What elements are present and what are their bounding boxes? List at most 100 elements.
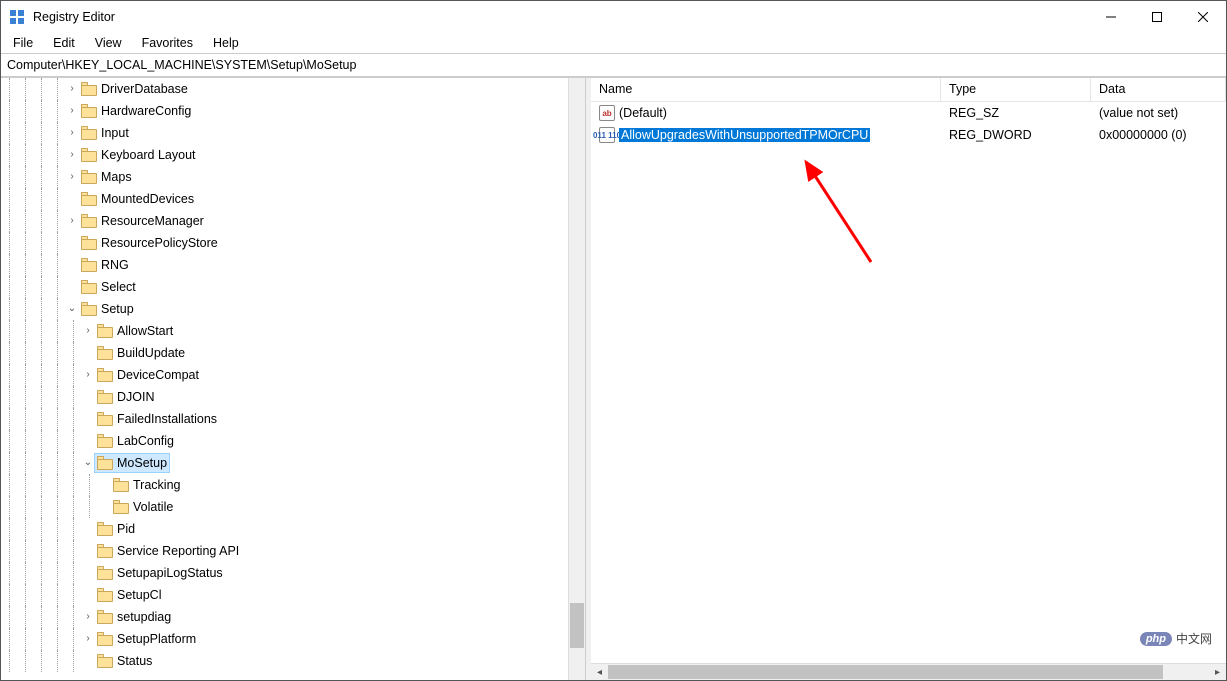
tree-connector	[49, 430, 65, 452]
chevron-right-icon[interactable]: ›	[81, 325, 95, 336]
tree-item-label: Status	[117, 654, 152, 668]
tree-item[interactable]: ›setupdiag	[1, 606, 585, 628]
tree-item[interactable]: ›Keyboard Layout	[1, 144, 585, 166]
tree-item[interactable]: .ResourcePolicyStore	[1, 232, 585, 254]
tree-connector	[17, 364, 33, 386]
tree-connector	[17, 78, 33, 100]
tree-item[interactable]: .LabConfig	[1, 430, 585, 452]
tree-connector	[1, 518, 17, 540]
address-bar[interactable]: Computer\HKEY_LOCAL_MACHINE\SYSTEM\Setup…	[1, 53, 1226, 77]
menu-file[interactable]: File	[5, 35, 41, 51]
tree-connector	[1, 232, 17, 254]
tree-item-label: SetupCl	[117, 588, 161, 602]
menu-view[interactable]: View	[87, 35, 130, 51]
tree-item[interactable]: ›AllowStart	[1, 320, 585, 342]
tree-connector	[49, 606, 65, 628]
minimize-button[interactable]	[1088, 1, 1134, 33]
tree-connector	[1, 430, 17, 452]
chevron-right-icon[interactable]: ›	[65, 83, 79, 94]
tree-item[interactable]: .FailedInstallations	[1, 408, 585, 430]
tree-connector	[33, 408, 49, 430]
tree-connector	[33, 496, 49, 518]
value-row[interactable]: ab(Default)REG_SZ(value not set)	[591, 102, 1226, 124]
tree-item[interactable]: .Select	[1, 276, 585, 298]
tree-item[interactable]: .Pid	[1, 518, 585, 540]
app-icon	[9, 9, 25, 25]
tree-item[interactable]: .Service Reporting API	[1, 540, 585, 562]
chevron-right-icon[interactable]: ›	[65, 171, 79, 182]
chevron-down-icon[interactable]: ⌄	[65, 303, 79, 314]
folder-icon	[97, 544, 113, 558]
tree-item[interactable]: .Volatile	[1, 496, 585, 518]
chevron-right-icon[interactable]: ›	[65, 149, 79, 160]
folder-icon	[81, 214, 97, 228]
tree-connector	[1, 386, 17, 408]
tree-item[interactable]: ›Input	[1, 122, 585, 144]
value-row[interactable]: 011 110AllowUpgradesWithUnsupportedTPMOr…	[591, 124, 1226, 146]
tree-item[interactable]: ›Maps	[1, 166, 585, 188]
tree-connector	[1, 474, 17, 496]
tree-view[interactable]: ›DriverDatabase›HardwareConfig›Input›Key…	[1, 78, 585, 680]
tree-item[interactable]: ›DriverDatabase	[1, 78, 585, 100]
column-name[interactable]: Name	[591, 78, 941, 101]
tree-item[interactable]: ›DeviceCompat	[1, 364, 585, 386]
tree-scrollbar[interactable]	[568, 78, 585, 680]
values-hscrollbar[interactable]: ◂ ▸	[591, 663, 1226, 680]
hscroll-right[interactable]: ▸	[1209, 664, 1226, 681]
tree-connector	[17, 342, 33, 364]
tree-connector	[49, 540, 65, 562]
menu-favorites[interactable]: Favorites	[134, 35, 201, 51]
tree-connector	[17, 430, 33, 452]
client-area: ›DriverDatabase›HardwareConfig›Input›Key…	[1, 77, 1226, 680]
tree-connector	[1, 276, 17, 298]
folder-icon	[97, 566, 113, 580]
maximize-button[interactable]	[1134, 1, 1180, 33]
values-header[interactable]: Name Type Data	[591, 78, 1226, 102]
tree-scroll-thumb[interactable]	[570, 603, 584, 648]
tree-connector	[65, 342, 81, 364]
tree-connector	[65, 628, 81, 650]
tree-item[interactable]: .Tracking	[1, 474, 585, 496]
hscroll-thumb[interactable]	[608, 665, 1163, 679]
chevron-right-icon[interactable]: ›	[65, 105, 79, 116]
chevron-down-icon[interactable]: ⌄	[81, 457, 95, 468]
tree-connector	[49, 650, 65, 672]
tree-connector	[65, 452, 81, 474]
tree-item-label: HardwareConfig	[101, 104, 191, 118]
tree-connector	[1, 210, 17, 232]
tree-item[interactable]: ›ResourceManager	[1, 210, 585, 232]
chevron-right-icon[interactable]: ›	[81, 633, 95, 644]
tree-item[interactable]: .DJOIN	[1, 386, 585, 408]
tree-connector	[33, 298, 49, 320]
column-data[interactable]: Data	[1091, 78, 1226, 101]
tree-item-label: Volatile	[133, 500, 173, 514]
tree-item[interactable]: .RNG	[1, 254, 585, 276]
column-type[interactable]: Type	[941, 78, 1091, 101]
tree-item[interactable]: ⌄ Setup	[1, 298, 585, 320]
tree-item[interactable]: › HardwareConfig	[1, 100, 585, 122]
tree-item[interactable]: .BuildUpdate	[1, 342, 585, 364]
chevron-right-icon[interactable]: ›	[81, 611, 95, 622]
tree-item[interactable]: ›SetupPlatform	[1, 628, 585, 650]
tree-item[interactable]: .SetupCl	[1, 584, 585, 606]
chevron-right-icon[interactable]: ›	[81, 369, 95, 380]
tree-item[interactable]: .SetupapiLogStatus	[1, 562, 585, 584]
tree-item-label: Setup	[101, 302, 134, 316]
folder-icon	[81, 126, 97, 140]
titlebar: Registry Editor	[1, 1, 1226, 33]
menu-edit[interactable]: Edit	[45, 35, 83, 51]
tree-connector	[49, 78, 65, 100]
tree-item[interactable]: ⌄MoSetup	[1, 452, 585, 474]
hscroll-left[interactable]: ◂	[591, 664, 608, 681]
values-list[interactable]: ab(Default)REG_SZ(value not set)011 110A…	[591, 102, 1226, 663]
menu-help[interactable]: Help	[205, 35, 247, 51]
chevron-right-icon[interactable]: ›	[65, 215, 79, 226]
tree-connector	[33, 166, 49, 188]
tree-connector	[33, 452, 49, 474]
tree-connector	[1, 584, 17, 606]
tree-item[interactable]: .Status	[1, 650, 585, 672]
close-button[interactable]	[1180, 1, 1226, 33]
tree-item[interactable]: .MountedDevices	[1, 188, 585, 210]
chevron-right-icon[interactable]: ›	[65, 127, 79, 138]
tree-connector	[49, 210, 65, 232]
